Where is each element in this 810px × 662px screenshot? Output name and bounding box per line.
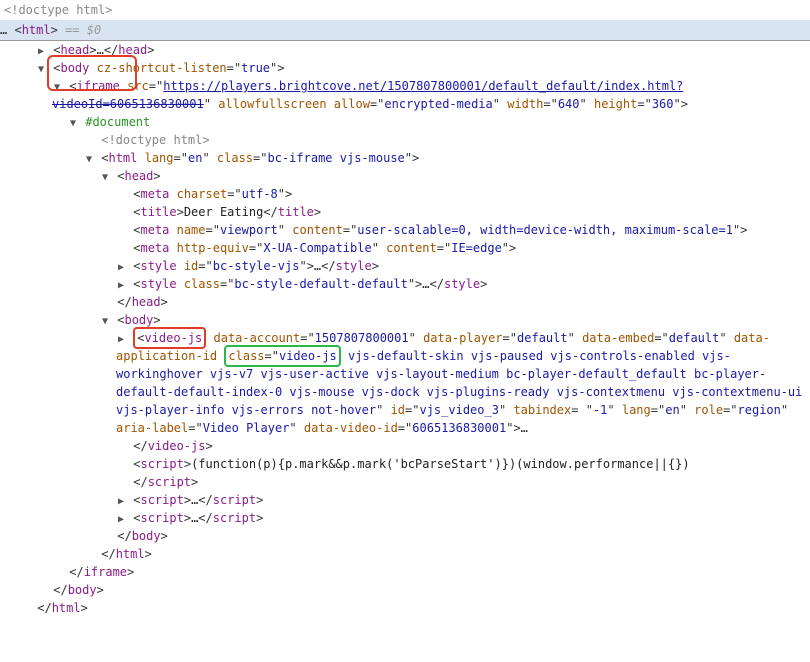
document-node[interactable]: ▼ #document <box>0 113 810 131</box>
close-html[interactable]: ▶ </html> <box>0 599 810 617</box>
collapse-toggle-icon[interactable]: ▼ <box>100 170 110 185</box>
expand-toggle-icon[interactable]: ▶ <box>116 260 126 275</box>
elements-panel: <!doctype html> … <html> == $0 ▶ <head><… <box>0 0 810 617</box>
iframe-src-link[interactable]: https://players.brightcove.net/150780780… <box>163 79 683 93</box>
collapse-toggle-icon[interactable]: ▼ <box>84 152 94 167</box>
collapse-toggle-icon[interactable]: ▼ <box>36 62 46 77</box>
inner-doctype-node[interactable]: ▶ <!doctype html> <box>0 131 810 149</box>
script1-close[interactable]: ▶ </script> <box>0 473 810 491</box>
body-node[interactable]: ▼ <body cz-shortcut-listen="true"> <box>0 59 810 77</box>
style2-node[interactable]: ▶ <style class="bc-style-default-default… <box>0 275 810 293</box>
expand-toggle-icon[interactable]: ▶ <box>116 332 126 347</box>
script1-node[interactable]: ▶ <script>(function(p){p.mark&&p.mark('b… <box>0 455 810 473</box>
meta-viewport-node[interactable]: ▶ <meta name="viewport" content="user-sc… <box>0 221 810 239</box>
close-inner-body[interactable]: ▶ </body> <box>0 527 810 545</box>
close-head-node[interactable]: ▶ </head> <box>0 293 810 311</box>
style1-node[interactable]: ▶ <style id="bc-style-vjs"></style> <box>0 257 810 275</box>
meta-xua-node[interactable]: ▶ <meta http-equiv="X-UA-Compatible" con… <box>0 239 810 257</box>
expand-toggle-icon[interactable]: ▶ <box>116 278 126 293</box>
selected-element-row[interactable]: … <html> == $0 <box>0 20 810 40</box>
video-js-node[interactable]: ▶ <video-js data-account="1507807800001"… <box>0 329 810 437</box>
script2-node[interactable]: ▶ <script></script> <box>0 491 810 509</box>
close-body[interactable]: ▶ </body> <box>0 581 810 599</box>
expand-toggle-icon[interactable]: ▶ <box>116 512 126 527</box>
close-inner-html[interactable]: ▶ </html> <box>0 545 810 563</box>
script3-node[interactable]: ▶ <script></script> <box>0 509 810 527</box>
inner-head-node[interactable]: ▼ <head> <box>0 167 810 185</box>
collapse-toggle-icon[interactable]: ▼ <box>100 314 110 329</box>
expand-toggle-icon[interactable]: ▶ <box>36 44 46 59</box>
head-node[interactable]: ▶ <head></head> <box>0 41 810 59</box>
expand-toggle-icon[interactable]: ▶ <box>116 494 126 509</box>
iframe-node[interactable]: ▼ <iframe src="https://players.brightcov… <box>0 77 810 95</box>
collapse-toggle-icon[interactable]: ▼ <box>68 116 78 131</box>
highlight-class-video-js: class="video-js <box>224 345 340 367</box>
collapse-toggle-icon[interactable]: ▼ <box>52 80 62 95</box>
highlight-video-js-tag: <video-js <box>133 327 206 349</box>
overflow-dots: … <box>0 23 7 37</box>
inner-html-node[interactable]: ▼ <html lang="en" class="bc-iframe vjs-m… <box>0 149 810 167</box>
inner-body-node[interactable]: ▼ <body> <box>0 311 810 329</box>
doctype-node[interactable]: <!doctype html> <box>0 0 810 20</box>
iframe-node-line2[interactable]: videoId=6065136830001" allowfullscreen a… <box>0 95 810 113</box>
meta-charset-node[interactable]: ▶ <meta charset="utf-8"> <box>0 185 810 203</box>
close-video-js[interactable]: ▶ </video-js> <box>0 437 810 455</box>
selected-marker: == $0 <box>65 23 101 37</box>
title-node[interactable]: ▶ <title>Deer Eating</title> <box>0 203 810 221</box>
close-iframe[interactable]: ▶ </iframe> <box>0 563 810 581</box>
